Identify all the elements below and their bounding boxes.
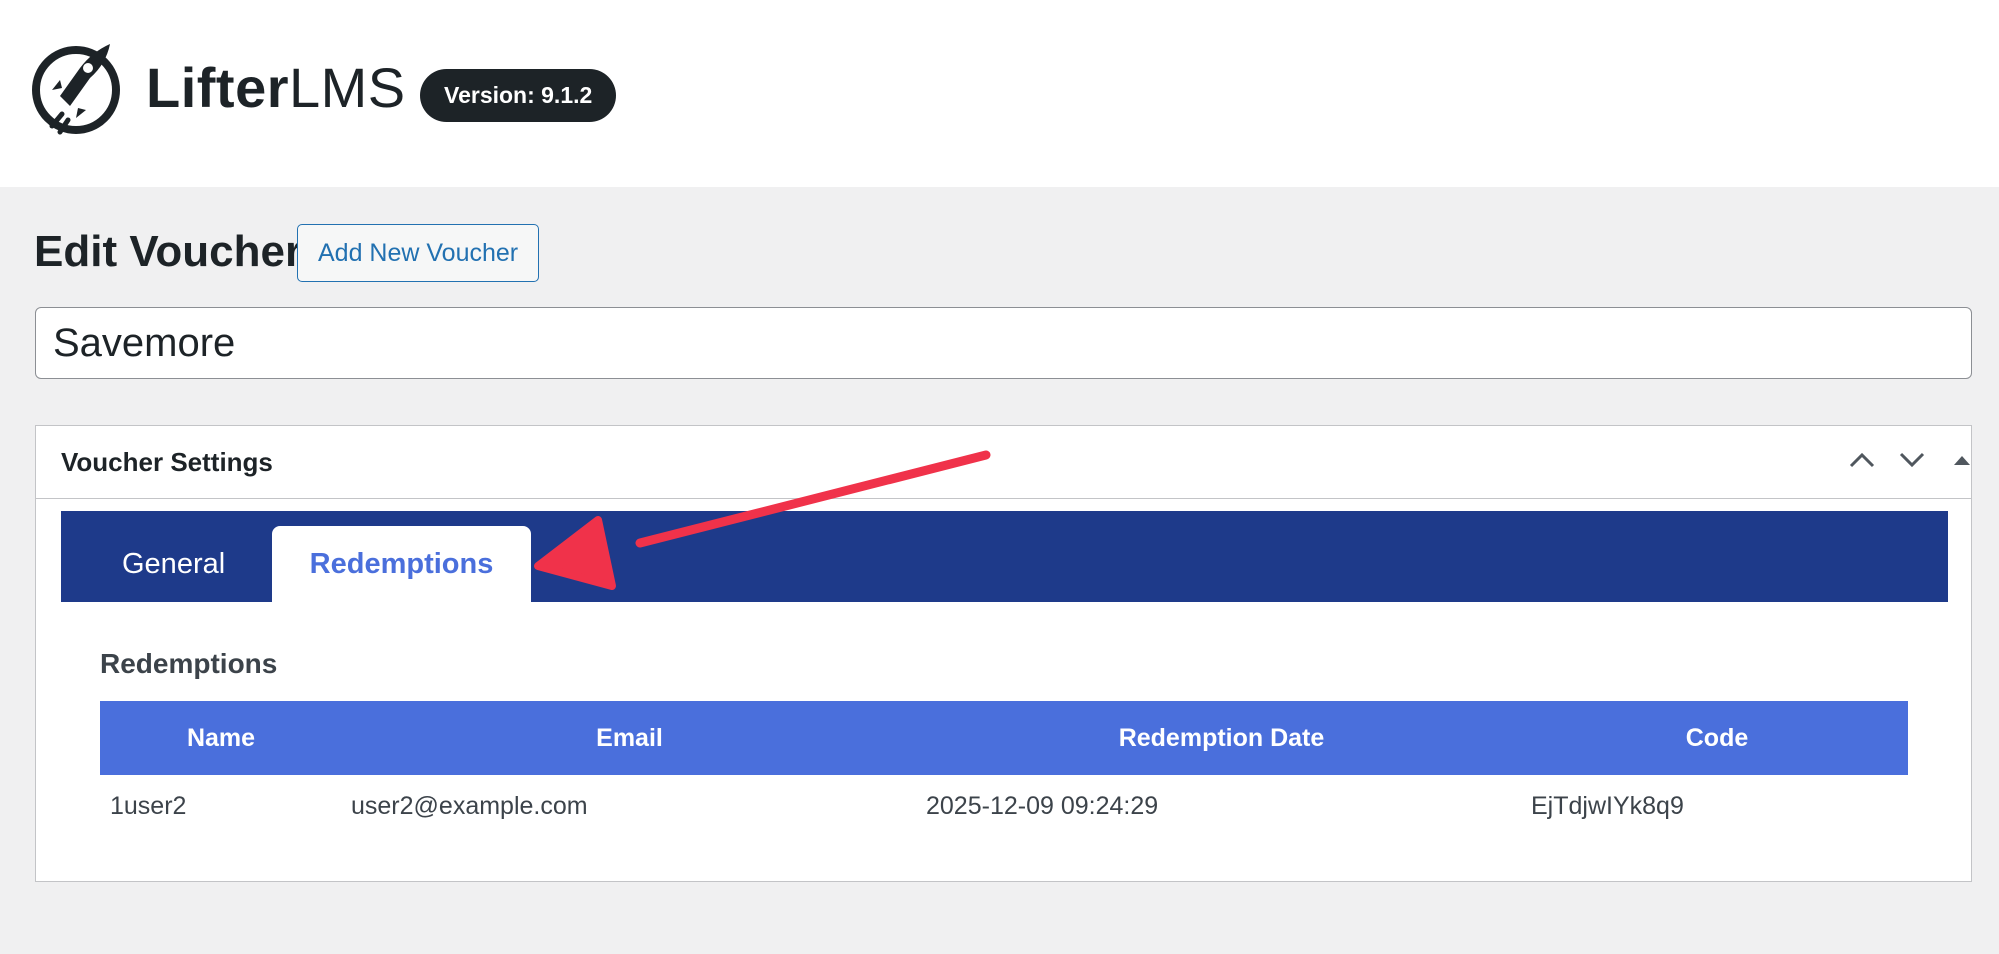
top-header-bar: LifterLMS Version: 9.1.2 xyxy=(0,0,1999,187)
column-header-redemption-date: Redemption Date xyxy=(1118,724,1325,752)
brand-wordmark: LifterLMS xyxy=(146,56,406,120)
triangle-up-icon xyxy=(1953,453,1971,471)
brand-name-bold: Lifter xyxy=(146,56,289,119)
tab-redemptions[interactable]: Redemptions xyxy=(272,526,531,602)
move-up-button[interactable] xyxy=(1842,442,1882,482)
column-header-name: Name xyxy=(186,724,256,752)
column-header-email: Email xyxy=(596,724,663,752)
toggle-panel-button[interactable] xyxy=(1942,442,1982,482)
voucher-settings-metabox: Voucher Settings General Redemptions Red… xyxy=(35,425,1972,882)
chevron-up-icon xyxy=(1849,452,1875,473)
chevron-down-icon xyxy=(1899,452,1925,473)
page-title: Edit Voucher xyxy=(34,227,303,276)
rocket-logo-icon xyxy=(30,38,126,138)
settings-tab-bar: General Redemptions xyxy=(61,511,1948,602)
metabox-title: Voucher Settings xyxy=(61,447,273,477)
cell-name: 1user2 xyxy=(110,792,187,820)
move-down-button[interactable] xyxy=(1892,442,1932,482)
cell-redemption-date: 2025-12-09 09:24:29 xyxy=(926,792,1159,820)
table-row: 1user2 user2@example.com 2025-12-09 09:2… xyxy=(100,775,1908,837)
metabox-header: Voucher Settings xyxy=(36,426,1971,499)
brand-name-light: LMS xyxy=(289,56,406,119)
column-header-code: Code xyxy=(1685,724,1749,752)
version-badge: Version: 9.1.2 xyxy=(420,69,617,122)
tab-general[interactable]: General xyxy=(97,526,250,602)
add-new-voucher-button[interactable]: Add New Voucher xyxy=(297,224,540,282)
table-header-row: Name Email Redemption Date Code xyxy=(100,701,1908,775)
redemptions-table: Name Email Redemption Date Code 1user2 u… xyxy=(100,701,1908,837)
redemptions-heading: Redemptions xyxy=(100,648,278,679)
cell-code: EjTdjwIYk8q9 xyxy=(1531,792,1684,820)
voucher-title-input[interactable] xyxy=(35,307,1972,379)
cell-email: user2@example.com xyxy=(351,792,588,820)
